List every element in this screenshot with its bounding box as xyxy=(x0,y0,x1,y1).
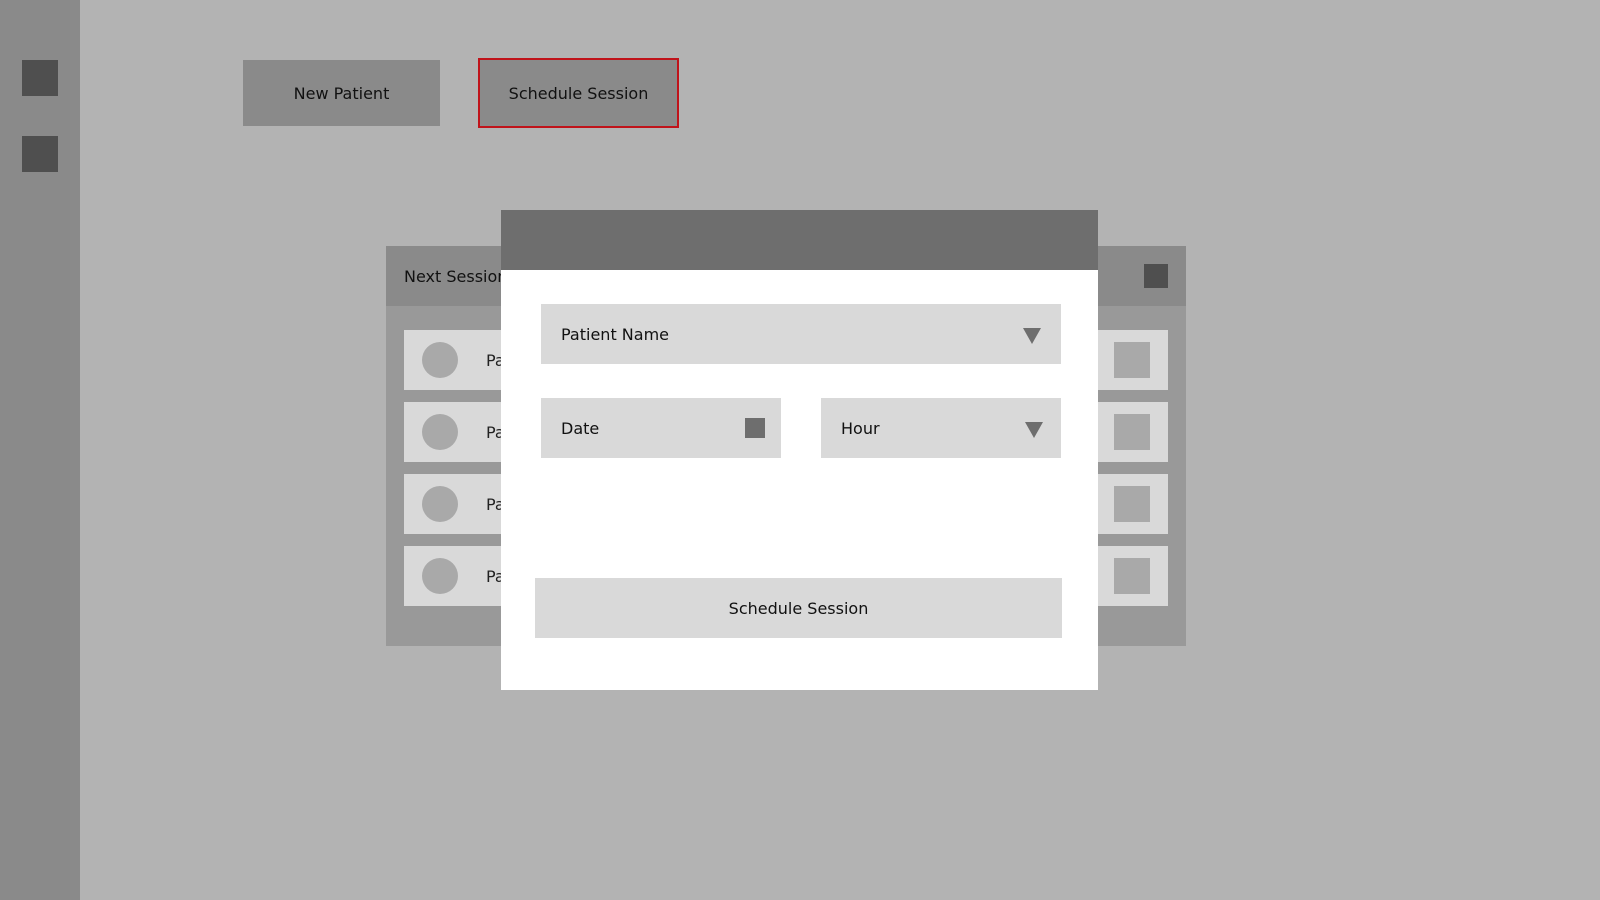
triangle-down-icon xyxy=(1023,328,1041,344)
triangle-down-icon xyxy=(1025,422,1043,438)
session-row-action-icon[interactable] xyxy=(1114,414,1150,450)
session-row-action-icon[interactable] xyxy=(1114,486,1150,522)
hour-label: Hour xyxy=(841,418,880,438)
avatar xyxy=(422,414,458,450)
patient-name-select[interactable]: Patient Name xyxy=(541,304,1061,364)
session-row-action-icon[interactable] xyxy=(1114,558,1150,594)
date-label: Date xyxy=(561,418,600,438)
schedule-session-button[interactable]: Schedule Session xyxy=(478,58,679,128)
calendar-icon[interactable] xyxy=(745,418,765,438)
avatar xyxy=(422,558,458,594)
session-row-action-icon[interactable] xyxy=(1114,342,1150,378)
sidebar xyxy=(0,0,80,900)
modal-header xyxy=(501,210,1098,270)
sidebar-button-1[interactable] xyxy=(22,60,58,96)
schedule-session-submit-button[interactable]: Schedule Session xyxy=(535,578,1062,638)
patient-name-label: Patient Name xyxy=(561,324,669,344)
date-field[interactable]: Date xyxy=(541,398,781,458)
schedule-session-modal: Patient Name Date Hour Schedule Session xyxy=(501,210,1098,690)
hour-select[interactable]: Hour xyxy=(821,398,1061,458)
panel-header-icon[interactable] xyxy=(1144,264,1168,288)
new-patient-button[interactable]: New Patient xyxy=(243,60,440,126)
avatar xyxy=(422,342,458,378)
panel-title: Next Sessions xyxy=(404,266,516,286)
sidebar-button-2[interactable] xyxy=(22,136,58,172)
avatar xyxy=(422,486,458,522)
